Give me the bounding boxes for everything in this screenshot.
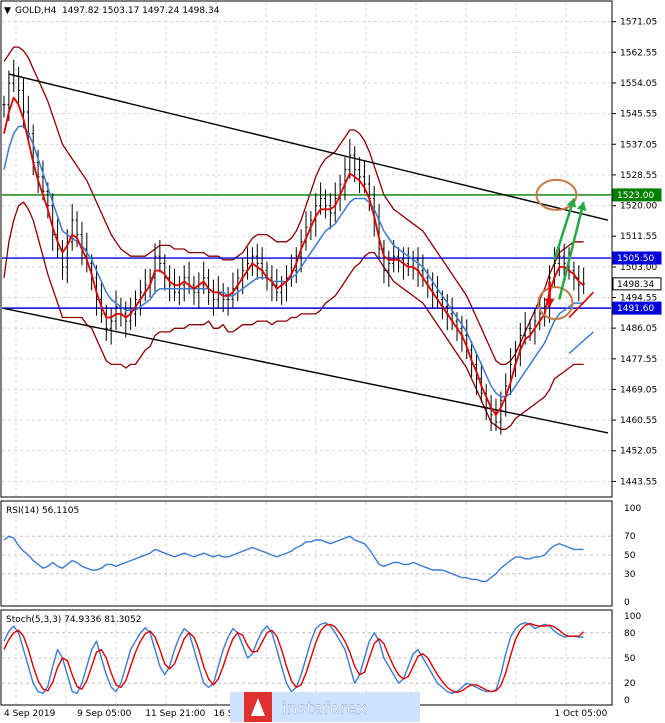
price-tick-label-7: 1511.55 [620, 232, 657, 242]
price-tick-label-8: 1503.00 [620, 263, 657, 273]
rsi-tick-label-0: 100 [624, 504, 641, 514]
price-tick-label-5: 1528.55 [620, 171, 657, 181]
price-axis: 1571.05 1562.55 1554.05 1545.55 1537.05 1528.… [612, 18, 662, 487]
price-tick-label-11: 1477.55 [620, 355, 657, 365]
stoch-tick-label-4: 0 [624, 696, 630, 706]
rsi-title: RSI(14) 56.1105 [6, 506, 79, 516]
price-badge-label-0: 1523.00 [617, 191, 654, 201]
header-arrow-icon[interactable]: ▼ [4, 6, 11, 16]
price-tick-label-3: 1545.55 [620, 110, 657, 120]
rsi-panel-frame [0, 500, 613, 607]
rsi-tick-label-3: 30 [624, 570, 636, 580]
price-tick-label-4: 1537.05 [620, 140, 657, 150]
header-symbol: GOLD,H4 [15, 6, 57, 16]
price-tick-label-2: 1554.05 [620, 79, 657, 89]
price-tick-label-13: 1460.55 [620, 416, 657, 426]
price-tick-label-0: 1571.05 [620, 18, 657, 28]
rsi-tick-label-1: 70 [624, 532, 636, 542]
instaforex-watermark: instaforex [230, 692, 420, 722]
price-tick-label-10: 1486.05 [620, 324, 657, 334]
price-tick-label-15: 1443.55 [620, 477, 657, 487]
time-tick-label-0: 4 Sep 2019 [4, 709, 56, 719]
price-tick-label-14: 1452.05 [620, 447, 657, 457]
time-tick-label-2: 11 Sep 21:00 [145, 709, 205, 719]
stoch-tick-label-0: 100 [624, 612, 641, 622]
rsi-tick-label-2: 50 [624, 551, 636, 561]
header-ohlc: 1497.82 1503.17 1497.24 1498.34 [62, 6, 220, 16]
price-badge-label-2: 1498.34 [617, 280, 654, 290]
price-tick-label-6: 1520.00 [620, 202, 657, 212]
stoch-tick-label-1: 80 [624, 629, 636, 639]
price-tick-label-12: 1469.05 [620, 385, 657, 395]
price-badge-label-1: 1505.50 [617, 254, 654, 264]
stoch-title: Stoch(5,3,3) 74.9336 81.3052 [6, 615, 141, 625]
watermark-text: instaforex [282, 699, 367, 719]
price-badge-label-3: 1491.60 [617, 304, 654, 314]
time-tick-label-1: 9 Sep 05:00 [77, 709, 132, 719]
stoch-tick-label-2: 50 [624, 654, 636, 664]
stoch-tick-label-3: 20 [624, 679, 636, 689]
time-tick-label-8: 1 Oct 05:00 [554, 709, 607, 719]
price-tick-label-1: 1562.55 [620, 48, 657, 58]
gold-h4-chart: 1571.05 1562.55 1554.05 1545.55 1537.05 1528.… [0, 0, 662, 722]
rsi-tick-label-4: 0 [624, 598, 630, 608]
